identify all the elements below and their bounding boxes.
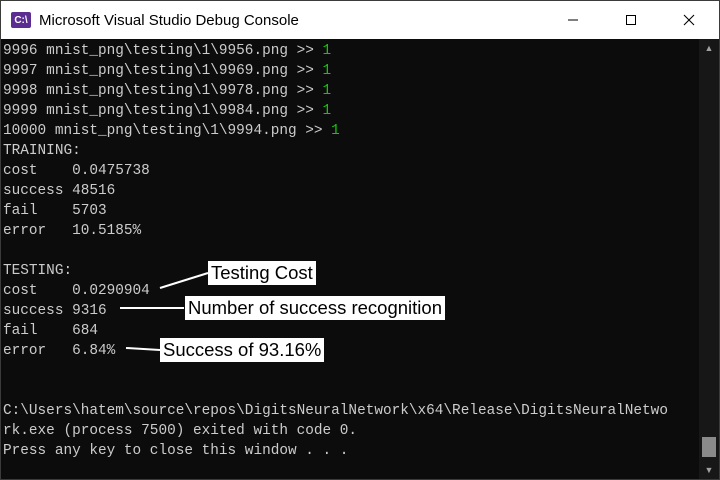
console-line: TESTING: [3, 261, 697, 281]
title-bar[interactable]: C:\ Microsoft Visual Studio Debug Consol… [1, 1, 719, 39]
console-line-text: 9999 mnist_png\testing\1\9984.png >> [3, 103, 323, 119]
minimize-button[interactable] [544, 1, 602, 39]
minimize-icon [568, 19, 578, 21]
console-line-text: success 48516 [3, 183, 116, 199]
scroll-down-arrow-icon[interactable]: ▼ [699, 461, 719, 479]
scrollbar-thumb[interactable] [702, 437, 716, 457]
console-line: 9999 mnist_png\testing\1\9984.png >> 1 [3, 101, 697, 121]
prediction-result: 1 [322, 43, 332, 59]
testing-cost-annotation: Testing Cost [208, 261, 316, 285]
console-line: 10000 mnist_png\testing\1\9994.png >> 1 [3, 121, 697, 141]
success-count-annotation: Number of success recognition [185, 296, 445, 320]
console-line-text: 9997 mnist_png\testing\1\9969.png >> [3, 63, 323, 79]
maximize-icon [626, 15, 636, 25]
console-line-text: TESTING: [3, 263, 73, 279]
console-line-text: TRAINING: [3, 143, 81, 159]
console-line: error 10.5185% [3, 221, 697, 241]
console-line: cost 0.0475738 [3, 161, 697, 181]
console-line-text: cost 0.0290904 [3, 283, 150, 299]
close-button[interactable] [660, 1, 718, 39]
console-line: TRAINING: [3, 141, 697, 161]
console-line-text: cost 0.0475738 [3, 163, 150, 179]
console-line-text: success 9316 [3, 303, 107, 319]
success-rate-annotation: Success of 93.16% [160, 338, 325, 362]
console-line-text: fail 684 [3, 323, 98, 339]
console-line: Press any key to close this window . . . [3, 441, 697, 461]
vertical-scrollbar[interactable]: ▲ ▼ [699, 39, 719, 479]
console-line: 9997 mnist_png\testing\1\9969.png >> 1 [3, 61, 697, 81]
console-line-text: rk.exe (process 7500) exited with code 0… [3, 423, 358, 439]
console-line-text: C:\Users\hatem\source\repos\DigitsNeural… [3, 403, 668, 419]
console-line-text: 9996 mnist_png\testing\1\9956.png >> [3, 43, 323, 59]
console-app-icon: C:\ [11, 12, 31, 28]
console-line-text: 9998 mnist_png\testing\1\9978.png >> [3, 83, 323, 99]
prediction-result: 1 [322, 63, 332, 79]
console-line-text: Press any key to close this window . . . [3, 443, 349, 459]
close-icon [683, 14, 695, 26]
console-line: error 6.84% [3, 341, 697, 361]
console-line: fail 5703 [3, 201, 697, 221]
console-line-text: error 6.84% [3, 343, 116, 359]
maximize-button[interactable] [602, 1, 660, 39]
debug-console-window: C:\ Microsoft Visual Studio Debug Consol… [0, 0, 720, 480]
prediction-result: 1 [322, 83, 332, 99]
console-line-text: fail 5703 [3, 203, 107, 219]
console-line: success 48516 [3, 181, 697, 201]
console-line: rk.exe (process 7500) exited with code 0… [3, 421, 697, 441]
console-line: C:\Users\hatem\source\repos\DigitsNeural… [3, 401, 697, 421]
console-line-text: 10000 mnist_png\testing\1\9994.png >> [3, 123, 332, 139]
console-line: fail 684 [3, 321, 697, 341]
console-line-text: error 10.5185% [3, 223, 142, 239]
scroll-up-arrow-icon[interactable]: ▲ [699, 39, 719, 57]
prediction-result: 1 [322, 103, 332, 119]
console-line: 9996 mnist_png\testing\1\9956.png >> 1 [3, 41, 697, 61]
console-line: 9998 mnist_png\testing\1\9978.png >> 1 [3, 81, 697, 101]
window-title: Microsoft Visual Studio Debug Console [39, 11, 299, 29]
prediction-result: 1 [331, 123, 340, 139]
console-output[interactable]: 9996 mnist_png\testing\1\9956.png >> 1 99… [3, 41, 697, 477]
